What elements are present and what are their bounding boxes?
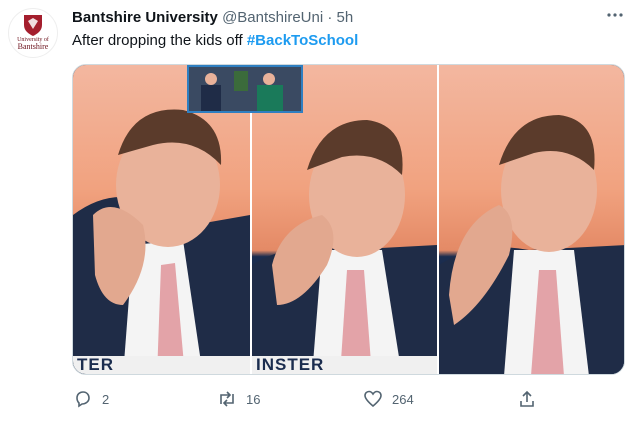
- shield-logo-icon: [24, 15, 42, 36]
- reply-icon: [72, 388, 94, 410]
- account-name[interactable]: Bantshire University: [72, 9, 218, 26]
- hashtag-link[interactable]: #BackToSchool: [247, 32, 358, 49]
- media-panel-3: [439, 65, 624, 374]
- tweet-actions: 2 16 264: [72, 388, 552, 412]
- presenters-thumbnail-icon: [189, 67, 301, 111]
- like-count: 264: [392, 391, 414, 407]
- like-button[interactable]: 264: [362, 388, 414, 410]
- retweet-count: 16: [246, 391, 261, 407]
- inset-video-thumbnail: [187, 65, 303, 113]
- account-handle[interactable]: @BantshireUni: [222, 9, 323, 26]
- more-icon[interactable]: [604, 6, 626, 28]
- retweet-icon: [216, 388, 238, 410]
- separator-dot: ·: [327, 9, 333, 26]
- reply-count: 2: [102, 391, 110, 407]
- lower-third-1: TER: [73, 356, 250, 374]
- retweet-button[interactable]: 16: [216, 388, 260, 410]
- share-button[interactable]: [516, 388, 546, 410]
- avatar-caption-bottom: Bantshire: [17, 42, 49, 51]
- avatar[interactable]: University of Bantshire: [8, 8, 58, 58]
- tweet-time[interactable]: 5h: [337, 9, 354, 26]
- like-icon: [362, 388, 384, 410]
- tweet-header: Bantshire University @BantshireUni · 5h: [72, 8, 353, 28]
- tweet-media[interactable]: TER INSTER: [72, 64, 625, 375]
- presenter-image: [439, 115, 624, 374]
- lower-third-2: INSTER: [252, 356, 437, 374]
- reply-button[interactable]: 2: [72, 388, 109, 410]
- tweet-text: After dropping the kids off #BackToSchoo…: [72, 31, 358, 51]
- share-icon: [516, 388, 538, 410]
- tweet-body: After dropping the kids off: [72, 32, 247, 49]
